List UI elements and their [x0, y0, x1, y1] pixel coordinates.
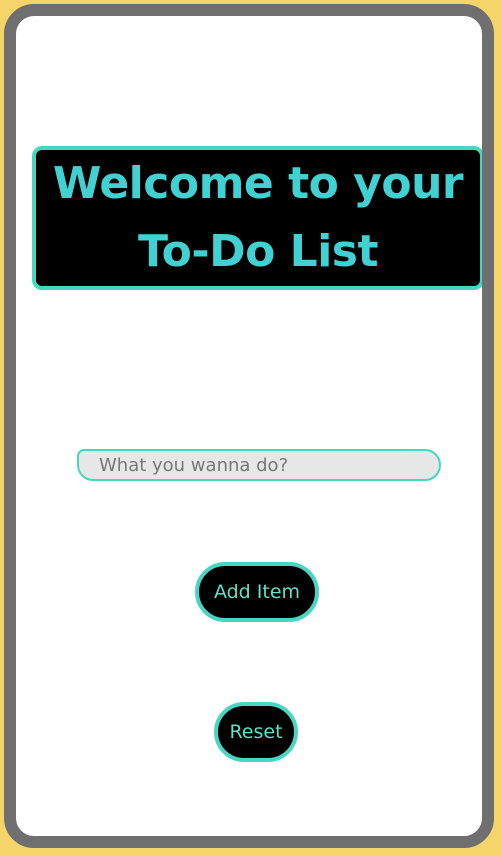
title-line-1: Welcome to your — [52, 158, 464, 209]
header-banner: Welcome to your To-Do List — [32, 146, 482, 290]
todo-input-wrapper — [77, 449, 441, 481]
reset-button[interactable]: Reset — [214, 702, 298, 762]
app-frame: Welcome to your To-Do List Add Item Rese… — [4, 4, 494, 848]
title-line-2: To-Do List — [137, 226, 379, 277]
todo-input[interactable] — [77, 449, 441, 481]
page-title: Welcome to your To-Do List — [52, 150, 464, 286]
add-item-button[interactable]: Add Item — [195, 562, 319, 622]
